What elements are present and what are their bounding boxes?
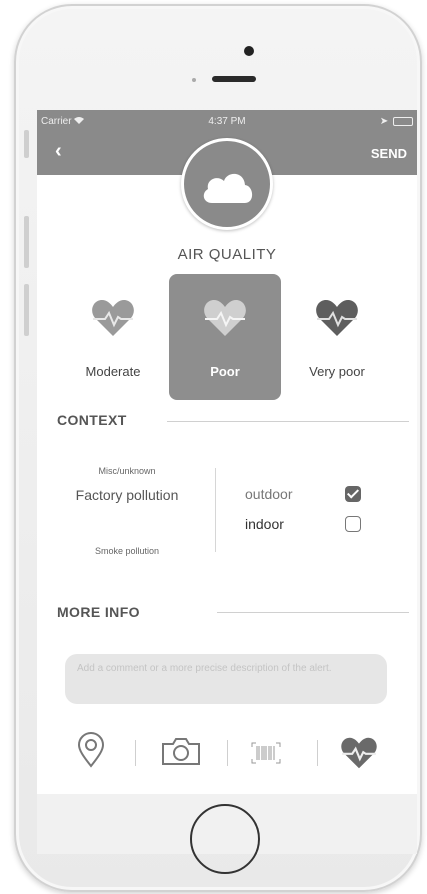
option-poor[interactable]: Poor <box>169 274 281 400</box>
context-divider <box>167 421 409 422</box>
location-pin-icon[interactable] <box>77 732 105 773</box>
status-right: ➤ <box>380 116 413 127</box>
proximity-sensor <box>192 78 196 82</box>
context-vertical-divider <box>215 468 216 552</box>
context-title: CONTEXT <box>57 412 127 428</box>
status-time: 4:37 PM <box>208 116 246 127</box>
air-quality-title: AIR QUALITY <box>177 246 277 263</box>
back-button[interactable]: ‹ <box>55 140 62 163</box>
comment-placeholder: Add a comment or a more precise descript… <box>77 663 332 674</box>
outdoor-checkbox[interactable] <box>345 486 361 502</box>
barcode-icon[interactable] <box>251 742 281 769</box>
option-label: Very poor <box>309 364 365 379</box>
outdoor-label: outdoor <box>245 486 293 502</box>
context-picker-item[interactable]: Misc/unknown <box>67 466 187 476</box>
indoor-label: indoor <box>245 516 284 532</box>
option-label: Moderate <box>85 364 141 379</box>
volume-down-button <box>24 284 29 336</box>
indoor-checkbox[interactable] <box>345 516 361 532</box>
camera-icon[interactable] <box>161 736 201 771</box>
location-arrow-icon: ➤ <box>379 116 389 127</box>
mute-switch <box>24 130 29 158</box>
more-info-divider <box>217 612 409 613</box>
send-button[interactable]: SEND <box>371 146 407 161</box>
front-camera <box>244 46 254 56</box>
earpiece-speaker <box>212 76 256 82</box>
toolbar-separator <box>135 740 136 766</box>
volume-up-button <box>24 216 29 268</box>
option-very-poor[interactable]: Very poor <box>281 274 393 400</box>
context-picker-selected[interactable]: Factory pollution <box>67 486 187 504</box>
home-button[interactable] <box>190 804 260 874</box>
more-info-title: MORE INFO <box>57 604 140 620</box>
toolbar-separator <box>317 740 318 766</box>
heart-pulse-icon[interactable] <box>339 736 379 775</box>
toolbar-separator <box>227 740 228 766</box>
option-label: Poor <box>210 364 240 379</box>
context-picker-item[interactable]: Smoke pollution <box>67 546 187 556</box>
option-moderate[interactable]: Moderate <box>57 274 169 400</box>
battery-icon <box>393 116 413 126</box>
air-quality-badge <box>181 138 273 230</box>
app-screen: Carrier 4:37 PM ➤ ‹ SEND AIR QUALITY Mod… <box>37 110 417 794</box>
